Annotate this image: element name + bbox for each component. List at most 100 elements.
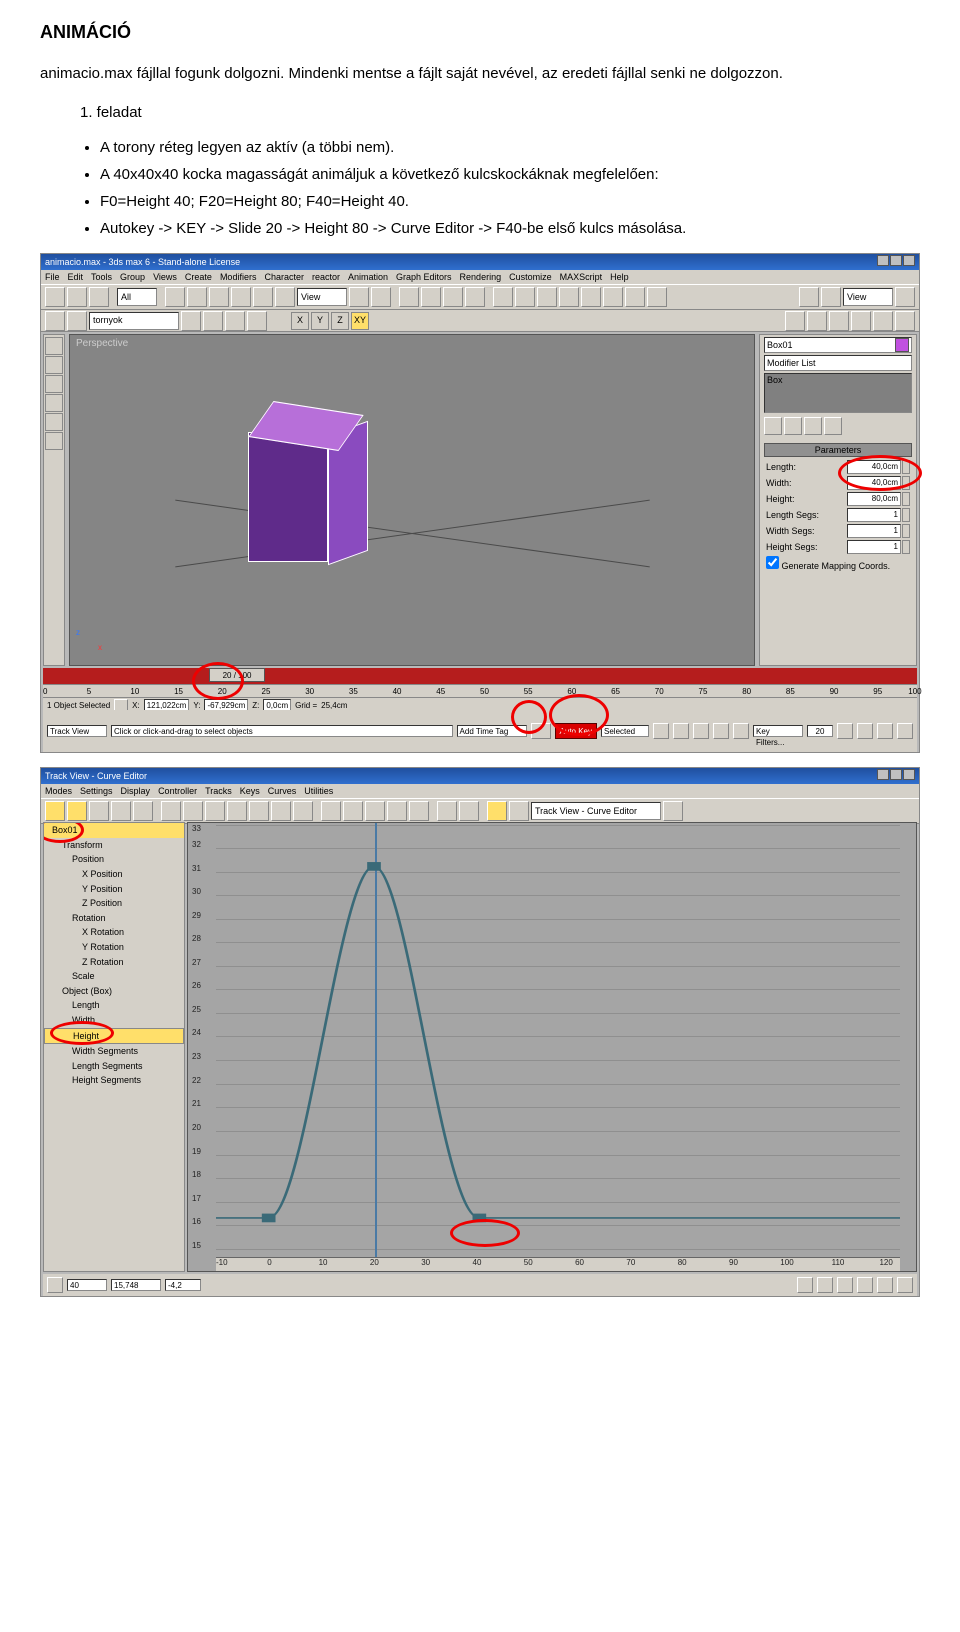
menu-item[interactable]: Tools xyxy=(91,271,112,283)
width-field[interactable]: 40,0cm xyxy=(847,476,901,490)
toolbar-button[interactable] xyxy=(227,801,247,821)
toolbar-button[interactable] xyxy=(559,287,579,307)
menu-item[interactable]: Animation xyxy=(348,271,388,283)
nav-button[interactable] xyxy=(897,1277,913,1293)
nav-button[interactable] xyxy=(857,723,873,739)
reactor-button[interactable] xyxy=(45,432,63,450)
menu-item[interactable]: Create xyxy=(185,271,212,283)
time-ruler[interactable]: 0 5 10 15 20 25 30 35 40 45 50 55 60 65 … xyxy=(43,684,917,698)
menu-item[interactable]: Views xyxy=(153,271,177,283)
menu-item[interactable]: Utilities xyxy=(304,785,333,797)
goto-end-button[interactable] xyxy=(733,723,749,739)
axis-xy[interactable]: XY xyxy=(351,312,369,330)
key-delta-field[interactable]: -4,2 xyxy=(165,1279,201,1291)
key-frame-field[interactable]: 40 xyxy=(67,1279,107,1291)
mapcoords-checkbox[interactable]: Generate Mapping Coords. xyxy=(766,556,890,573)
selection-filter[interactable]: All xyxy=(117,288,157,306)
view-combo[interactable]: View xyxy=(843,288,893,306)
toolbar-button[interactable] xyxy=(371,287,391,307)
layer-button[interactable] xyxy=(247,311,267,331)
menu-item[interactable]: Graph Editors xyxy=(396,271,452,283)
menu-item[interactable]: Display xyxy=(121,785,151,797)
reactor-button[interactable] xyxy=(45,413,63,431)
window-controls[interactable] xyxy=(876,255,915,270)
curve-time-ruler[interactable]: -10 0 10 20 30 40 50 60 70 80 90 100 110… xyxy=(216,1257,900,1271)
menu-item[interactable]: Modifiers xyxy=(220,271,257,283)
reactor-button[interactable] xyxy=(45,337,63,355)
menubar[interactable]: File Edit Tools Group Views Create Modif… xyxy=(41,270,919,284)
rollup-parameters[interactable]: Parameters xyxy=(764,443,912,457)
menu-item[interactable]: Modes xyxy=(45,785,72,797)
stack-button[interactable] xyxy=(824,417,842,435)
current-frame-field[interactable]: 20 xyxy=(807,725,833,737)
cmd-tab-icon[interactable] xyxy=(851,311,871,331)
toolbar-button[interactable] xyxy=(537,287,557,307)
tangent-button[interactable] xyxy=(387,801,407,821)
nav-button[interactable] xyxy=(797,1277,813,1293)
toolbar-button[interactable] xyxy=(625,287,645,307)
reactor-button[interactable] xyxy=(45,375,63,393)
keyfilters-button[interactable]: Key Filters... xyxy=(753,725,803,737)
next-frame-button[interactable] xyxy=(713,723,729,739)
nav-button[interactable] xyxy=(837,1277,853,1293)
tree-item[interactable]: Z Rotation xyxy=(44,955,184,970)
keymode-combo[interactable]: Selected xyxy=(601,725,649,737)
reactor-button[interactable] xyxy=(45,394,63,412)
nav-button[interactable] xyxy=(837,723,853,739)
toolbar-button[interactable] xyxy=(487,801,507,821)
toolbar-button[interactable] xyxy=(349,287,369,307)
toolbar-button[interactable] xyxy=(421,287,441,307)
spinner[interactable] xyxy=(902,460,910,474)
stack-button[interactable] xyxy=(784,417,802,435)
move-keys-button[interactable] xyxy=(67,801,87,821)
status-button[interactable] xyxy=(47,1277,63,1293)
nav-button[interactable] xyxy=(897,723,913,739)
layer-toolbar[interactable]: tornyok X Y Z XY xyxy=(41,310,919,332)
prev-frame-button[interactable] xyxy=(673,723,689,739)
cmd-tab-icon[interactable] xyxy=(895,311,915,331)
menu-item[interactable]: Character xyxy=(264,271,304,283)
tree-item[interactable]: X Position xyxy=(44,867,184,882)
toolbar-button[interactable] xyxy=(161,801,181,821)
spinner[interactable] xyxy=(902,476,910,490)
axis-z[interactable]: Z xyxy=(331,312,349,330)
tangent-button[interactable] xyxy=(321,801,341,821)
tree-item[interactable]: Length xyxy=(44,998,184,1013)
refcoord-combo[interactable]: View xyxy=(297,288,347,306)
curve-path[interactable] xyxy=(216,823,900,1257)
curve-toolbar[interactable]: Track View - Curve Editor xyxy=(41,798,919,824)
toolbar-button[interactable] xyxy=(249,801,269,821)
menu-item[interactable]: Curves xyxy=(268,785,297,797)
axis-x[interactable]: X xyxy=(291,312,309,330)
stack-button[interactable] xyxy=(804,417,822,435)
axis-y[interactable]: Y xyxy=(311,312,329,330)
nav-button[interactable] xyxy=(877,723,893,739)
menu-item[interactable]: Rendering xyxy=(460,271,502,283)
menu-item[interactable]: MAXScript xyxy=(560,271,603,283)
toolbar-button[interactable] xyxy=(89,287,109,307)
toolbar-button[interactable] xyxy=(459,801,479,821)
move-button[interactable] xyxy=(231,287,251,307)
height-field[interactable]: 80,0cm xyxy=(847,492,901,506)
tree-item[interactable]: Width Segments xyxy=(44,1044,184,1059)
tree-item[interactable]: Position xyxy=(44,852,184,867)
toolbar-button[interactable] xyxy=(581,287,601,307)
tree-item[interactable]: Height Segments xyxy=(44,1073,184,1088)
toolbar-button[interactable] xyxy=(183,801,203,821)
tangent-button[interactable] xyxy=(409,801,429,821)
toolbar-button[interactable] xyxy=(205,801,225,821)
toolbar-button[interactable] xyxy=(647,287,667,307)
menu-item[interactable]: Tracks xyxy=(205,785,232,797)
tree-item[interactable]: Length Segments xyxy=(44,1059,184,1074)
toolbar-button[interactable] xyxy=(437,801,457,821)
reactor-button[interactable] xyxy=(45,356,63,374)
nav-button[interactable] xyxy=(817,1277,833,1293)
toolbar-button[interactable] xyxy=(493,287,513,307)
layer-button[interactable] xyxy=(181,311,201,331)
scale-button[interactable] xyxy=(275,287,295,307)
tree-item[interactable]: Width xyxy=(44,1013,184,1028)
snap-button[interactable] xyxy=(399,287,419,307)
hseg-field[interactable]: 1 xyxy=(847,540,901,554)
toolbar-button[interactable] xyxy=(293,801,313,821)
toolbar-button[interactable] xyxy=(515,287,535,307)
